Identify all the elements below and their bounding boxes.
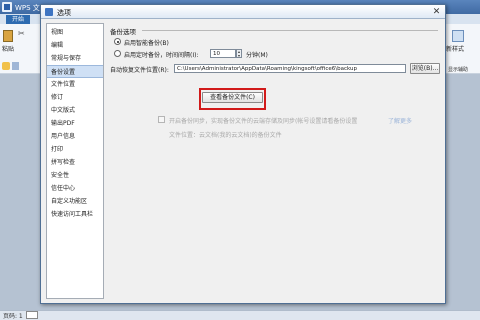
statusbar (0, 310, 480, 320)
nav-item-view[interactable]: 视图 (47, 26, 103, 39)
paste-label[interactable]: 粘贴 (2, 44, 14, 53)
options-nav: 视图 编辑 常规与保存 备份设置 文件位置 修订 中文版式 输出PDF 用户信息… (46, 23, 104, 299)
options-dialog: 选项 ✕ 视图 编辑 常规与保存 备份设置 文件位置 修订 中文版式 输出PDF… (40, 4, 446, 304)
backup-settings-panel: 备份选项 启用智能备份(B) 启用定时备份，时间间隔(I): 10 分钟(M) … (108, 23, 441, 299)
document-icon[interactable] (12, 62, 19, 70)
tab-home[interactable]: 开始 (6, 15, 30, 24)
dialog-app-icon (45, 8, 53, 16)
nav-item-chinese-layout[interactable]: 中文版式 (47, 104, 103, 117)
nav-item-file-location[interactable]: 文件位置 (47, 78, 103, 91)
nav-item-customize-ribbon[interactable]: 自定义功能区 (47, 195, 103, 208)
section-title: 备份选项 (110, 28, 136, 36)
nav-item-backup[interactable]: 备份设置 (47, 65, 103, 78)
nav-item-edit[interactable]: 编辑 (47, 39, 103, 52)
nav-item-output-pdf[interactable]: 输出PDF (47, 117, 103, 130)
paste-icon[interactable] (3, 30, 13, 42)
smart-backup-label[interactable]: 启用智能备份(B) (124, 38, 169, 47)
interval-unit-label: 分钟(M) (246, 52, 268, 59)
location-path-field[interactable]: C:\Users\Administrator\AppData\Roaming\k… (174, 64, 406, 73)
nav-item-print[interactable]: 打印 (47, 143, 103, 156)
new-style-icon[interactable] (452, 30, 464, 42)
dialog-title: 选项 (57, 9, 71, 17)
nav-item-quick-access-toolbar[interactable]: 快速访问工具栏 (47, 208, 103, 221)
section-divider (142, 30, 438, 31)
location-label: 自动恢复文件位置(R): (110, 67, 169, 74)
format-painter-icon[interactable] (2, 62, 10, 70)
nav-item-general-save[interactable]: 常规与保存 (47, 52, 103, 65)
cloud-sync-label: 开启备份同步，实现备份文件的云端存储及同步(帐号设置请看备份设置 (169, 118, 358, 125)
timed-backup-label[interactable]: 启用定时备份，时间间隔(I): (124, 50, 198, 59)
show-helper-label[interactable]: 显示辅助 (448, 66, 468, 73)
nav-item-spellcheck[interactable]: 拼写检查 (47, 156, 103, 169)
nav-item-trust-center[interactable]: 信任中心 (47, 182, 103, 195)
cloud-sync-location: 文件位置：云文档(我的云文档)的备份文件 (169, 132, 282, 139)
scissors-icon[interactable]: ✂ (18, 30, 26, 38)
interval-input[interactable]: 10 (210, 49, 236, 58)
nav-item-security[interactable]: 安全性 (47, 169, 103, 182)
close-icon[interactable]: ✕ (431, 7, 442, 17)
nav-item-user-info[interactable]: 用户信息 (47, 130, 103, 143)
nav-item-revision[interactable]: 修订 (47, 91, 103, 104)
timed-backup-radio[interactable] (114, 50, 121, 57)
learn-more-link[interactable]: 了解更多 (388, 116, 412, 125)
status-box (26, 311, 38, 319)
app-title: WPS 文 (15, 4, 40, 12)
smart-backup-radio[interactable] (114, 38, 121, 45)
status-page: 页码: 1 (3, 313, 23, 320)
new-style-label[interactable]: 新样式 (446, 44, 464, 53)
wps-logo-icon (2, 2, 12, 12)
interval-stepper[interactable] (236, 49, 242, 58)
view-backup-files-button[interactable]: 查看备份文件(C) (202, 92, 263, 103)
dialog-titlebar[interactable] (41, 5, 445, 19)
browse-button[interactable]: 浏览(B)... (410, 63, 440, 74)
cloud-sync-checkbox[interactable] (158, 116, 165, 123)
